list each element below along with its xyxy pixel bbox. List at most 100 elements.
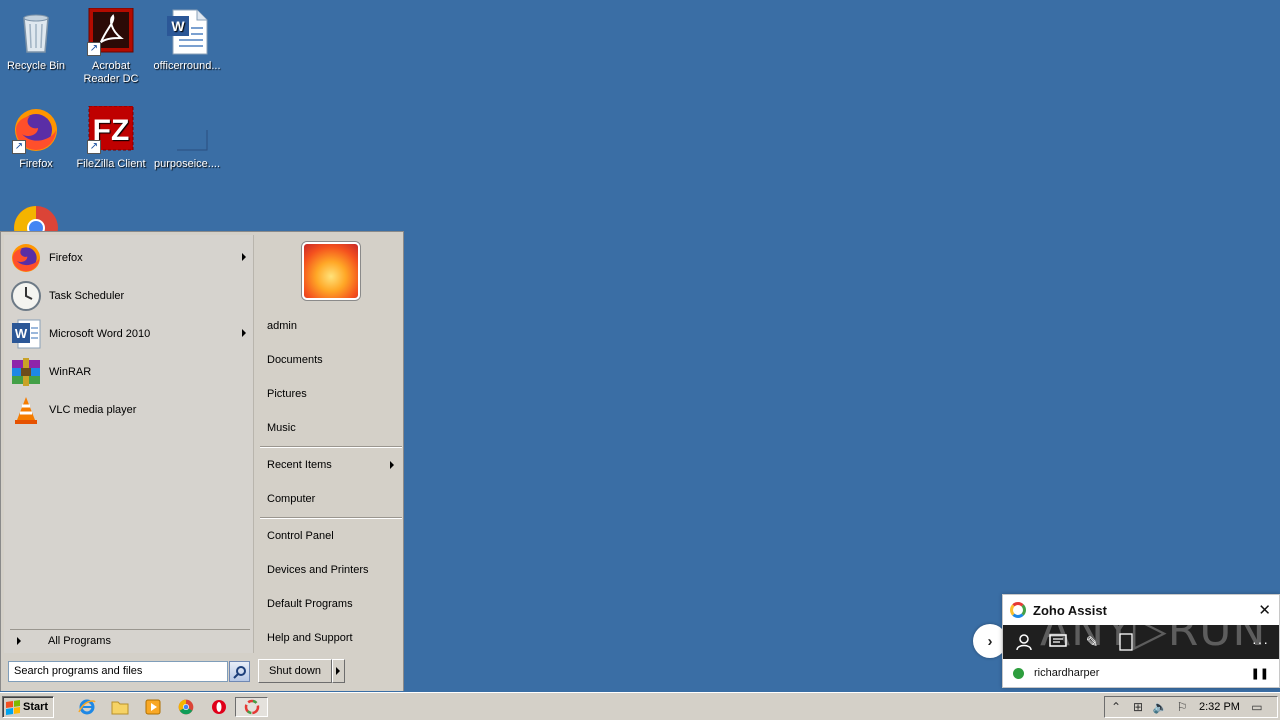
show-hidden-icons-icon[interactable]: ⌃ xyxy=(1105,700,1127,714)
start-link-label: Recent Items xyxy=(267,459,332,471)
desktop-icon-firefox[interactable]: ↗ Firefox xyxy=(0,106,74,171)
submenu-arrow-icon xyxy=(242,329,246,337)
desktop-icon-recycle-bin[interactable]: Recycle Bin xyxy=(0,8,74,73)
svg-text:W: W xyxy=(15,326,28,341)
windows-flag-icon xyxy=(6,699,20,715)
start-label: Start xyxy=(23,701,49,713)
system-tray: ⌃ ⊞ 🔈 ⚐ 2:32 PM ▭ xyxy=(1104,696,1278,718)
shortcut-arrow-icon: ↗ xyxy=(87,140,101,154)
zoho-username: richardharper xyxy=(1034,667,1100,679)
search-button[interactable] xyxy=(229,661,250,682)
user-avatar[interactable] xyxy=(302,242,360,300)
zoho-title: Zoho Assist xyxy=(1033,602,1107,618)
svg-text:W: W xyxy=(171,18,185,34)
clock[interactable]: 2:32 PM xyxy=(1199,701,1240,713)
start-link-documents[interactable]: Documents xyxy=(260,345,400,375)
taskbar: Start ⌃ ⊞ 🔈 ⚐ 2:32 PM ▭ xyxy=(0,692,1280,720)
start-item-vlc[interactable]: VLC media player xyxy=(10,392,254,428)
start-link-label: admin xyxy=(267,320,297,332)
start-item-label: Task Scheduler xyxy=(49,290,125,302)
shortcut-arrow-icon: ↗ xyxy=(87,42,101,56)
desktop-icon-label: Recycle Bin xyxy=(6,60,66,72)
firefox-icon: ↗ xyxy=(12,106,60,154)
opera-icon[interactable] xyxy=(202,697,235,717)
all-programs-button[interactable]: All Programs xyxy=(10,629,250,651)
start-link-label: Default Programs xyxy=(267,598,353,610)
start-link-devices-printers[interactable]: Devices and Printers xyxy=(260,555,400,585)
search-input[interactable]: Search programs and files xyxy=(8,661,228,682)
show-desktop-icon[interactable]: ▭ xyxy=(1246,700,1268,714)
search-icon xyxy=(232,665,246,679)
filezilla-icon: FZ ↗ xyxy=(87,105,135,154)
start-item-word[interactable]: W Microsoft Word 2010 xyxy=(10,316,254,352)
start-link-label: Computer xyxy=(267,493,316,505)
action-center-flag-icon[interactable]: ⚐ xyxy=(1171,700,1193,714)
chat-icon[interactable] xyxy=(1045,630,1071,654)
recycle-bin-icon xyxy=(12,8,60,56)
start-link-recent-items[interactable]: Recent Items xyxy=(260,450,400,480)
folder-icon[interactable] xyxy=(103,697,136,717)
all-programs-label: All Programs xyxy=(48,634,111,647)
desktop-icon-purposeice[interactable]: purposeice.... xyxy=(149,106,225,171)
start-link-computer[interactable]: Computer xyxy=(260,484,400,514)
zoho-session-user: richardharper xyxy=(1003,659,1279,687)
start-link-label: Help and Support xyxy=(267,632,353,644)
submenu-arrow-icon xyxy=(390,461,394,469)
user-icon[interactable] xyxy=(1011,630,1037,654)
zoho-header: Zoho Assist ✕ xyxy=(1003,595,1279,625)
volume-icon[interactable]: 🔈 xyxy=(1149,700,1171,714)
file-transfer-icon[interactable] xyxy=(1113,630,1139,654)
chrome-icon[interactable] xyxy=(169,697,202,717)
start-item-label: WinRAR xyxy=(49,366,92,378)
start-item-label: Microsoft Word 2010 xyxy=(49,328,151,340)
search-placeholder: Search programs and files xyxy=(14,665,143,677)
start-item-task-scheduler[interactable]: Task Scheduler xyxy=(10,278,254,314)
zoho-logo-icon xyxy=(1010,602,1026,618)
desktop-icon-label: purposeice.... xyxy=(153,158,221,170)
media-player-icon[interactable] xyxy=(136,697,169,717)
shutdown-options-button[interactable] xyxy=(332,659,345,683)
desktop-icon-label: Firefox xyxy=(19,158,53,170)
start-link-music[interactable]: Music xyxy=(260,413,400,443)
start-button[interactable]: Start xyxy=(2,696,54,718)
internet-explorer-icon[interactable] xyxy=(70,697,103,717)
start-item-winrar[interactable]: WinRAR xyxy=(10,354,254,390)
pause-icon[interactable]: ❚❚ xyxy=(1251,667,1269,680)
vlc-icon xyxy=(10,394,42,426)
desktop-icon-filezilla[interactable]: FZ ↗ FileZilla Client xyxy=(73,105,149,171)
start-link-label: Pictures xyxy=(267,388,307,400)
start-link-label: Control Panel xyxy=(267,530,334,542)
desktop-icon-officerround[interactable]: W officerround... xyxy=(149,8,225,73)
desktop-icon-acrobat[interactable]: ↗ Acrobat Reader DC xyxy=(73,7,149,86)
start-item-label: Firefox xyxy=(49,252,83,264)
start-link-pictures[interactable]: Pictures xyxy=(260,379,400,409)
more-options-icon[interactable]: ··· xyxy=(1252,634,1269,650)
start-link-label: Devices and Printers xyxy=(267,564,369,576)
zoho-toolbar: ✎ ··· xyxy=(1003,625,1279,659)
start-link-help-support[interactable]: Help and Support xyxy=(260,623,400,653)
start-link-admin[interactable]: admin xyxy=(260,311,400,341)
submenu-arrow-icon xyxy=(242,253,246,261)
shutdown-button[interactable]: Shut down xyxy=(258,659,332,683)
close-icon[interactable]: ✕ xyxy=(1258,601,1271,619)
word-document-icon: W xyxy=(163,8,211,56)
desktop-icon-label: officerround... xyxy=(153,60,221,72)
shortcut-arrow-icon: ↗ xyxy=(12,140,26,154)
separator xyxy=(260,517,402,519)
start-item-firefox[interactable]: Firefox xyxy=(10,240,254,276)
pen-icon[interactable]: ✎ xyxy=(1079,630,1105,654)
start-link-label: Documents xyxy=(267,354,323,366)
network-icon[interactable]: ⊞ xyxy=(1127,700,1149,714)
winrar-icon xyxy=(10,356,42,388)
start-menu: Firefox Task Scheduler W Microsoft Word … xyxy=(0,231,404,691)
firefox-icon xyxy=(10,242,42,274)
separator xyxy=(260,446,402,448)
online-status-icon xyxy=(1013,667,1024,679)
zoho-assist-taskbar-icon[interactable] xyxy=(235,697,268,717)
zoho-assist-panel: Zoho Assist ✕ ✎ ··· richardharper ❚❚ xyxy=(1002,594,1280,688)
start-link-control-panel[interactable]: Control Panel xyxy=(260,521,400,551)
start-link-default-programs[interactable]: Default Programs xyxy=(260,589,400,619)
start-menu-programs-pane: Firefox Task Scheduler W Microsoft Word … xyxy=(4,235,254,653)
desktop-icon-label: Acrobat Reader DC xyxy=(83,60,139,85)
acrobat-icon: ↗ xyxy=(87,7,135,56)
